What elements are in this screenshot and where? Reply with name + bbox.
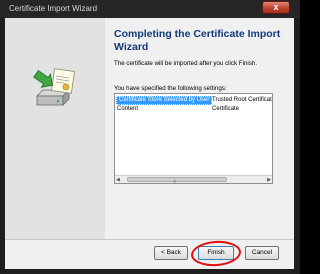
- window-title: Certificate Import Wizard: [9, 4, 98, 13]
- setting-value: Certificate: [212, 106, 240, 112]
- finish-button[interactable]: Finish: [198, 246, 234, 260]
- settings-label: You have specified the following setting…: [114, 85, 227, 92]
- scroll-right-icon[interactable]: ▶: [267, 177, 271, 183]
- scrollbar-thumb[interactable]: |||: [127, 177, 227, 183]
- scroll-left-icon[interactable]: ◀: [116, 177, 120, 183]
- wizard-page: Completing the Certificate Import Wizard…: [5, 18, 294, 269]
- list-item[interactable]: Content Certificate: [115, 105, 272, 114]
- back-button[interactable]: < Back: [154, 246, 188, 260]
- wizard-side-panel: [5, 18, 105, 239]
- button-bar-divider: [5, 239, 294, 240]
- close-icon: x: [273, 2, 279, 12]
- setting-name: Certificate Store Selected by User: [116, 96, 213, 105]
- grip-icon: |||: [173, 178, 177, 183]
- title-bar[interactable]: Certificate Import Wizard x: [0, 0, 300, 18]
- certificate-import-icon: [33, 68, 75, 106]
- horizontal-scrollbar[interactable]: ◀ ||| ▶: [115, 175, 272, 183]
- page-heading: Completing the Certificate Import Wizard: [114, 28, 281, 53]
- setting-name: Content: [117, 106, 139, 112]
- close-button[interactable]: x: [262, 1, 290, 14]
- cancel-button[interactable]: Cancel: [245, 246, 279, 260]
- setting-value: Trusted Root Certificat: [212, 97, 272, 103]
- finish-description: The certificate will be imported after y…: [114, 60, 258, 67]
- list-item[interactable]: Certificate Store Selected by User Trust…: [115, 96, 272, 105]
- certificate-import-window: Certificate Import Wizard x Completing t…: [0, 0, 300, 274]
- settings-list[interactable]: Certificate Store Selected by User Trust…: [114, 93, 273, 184]
